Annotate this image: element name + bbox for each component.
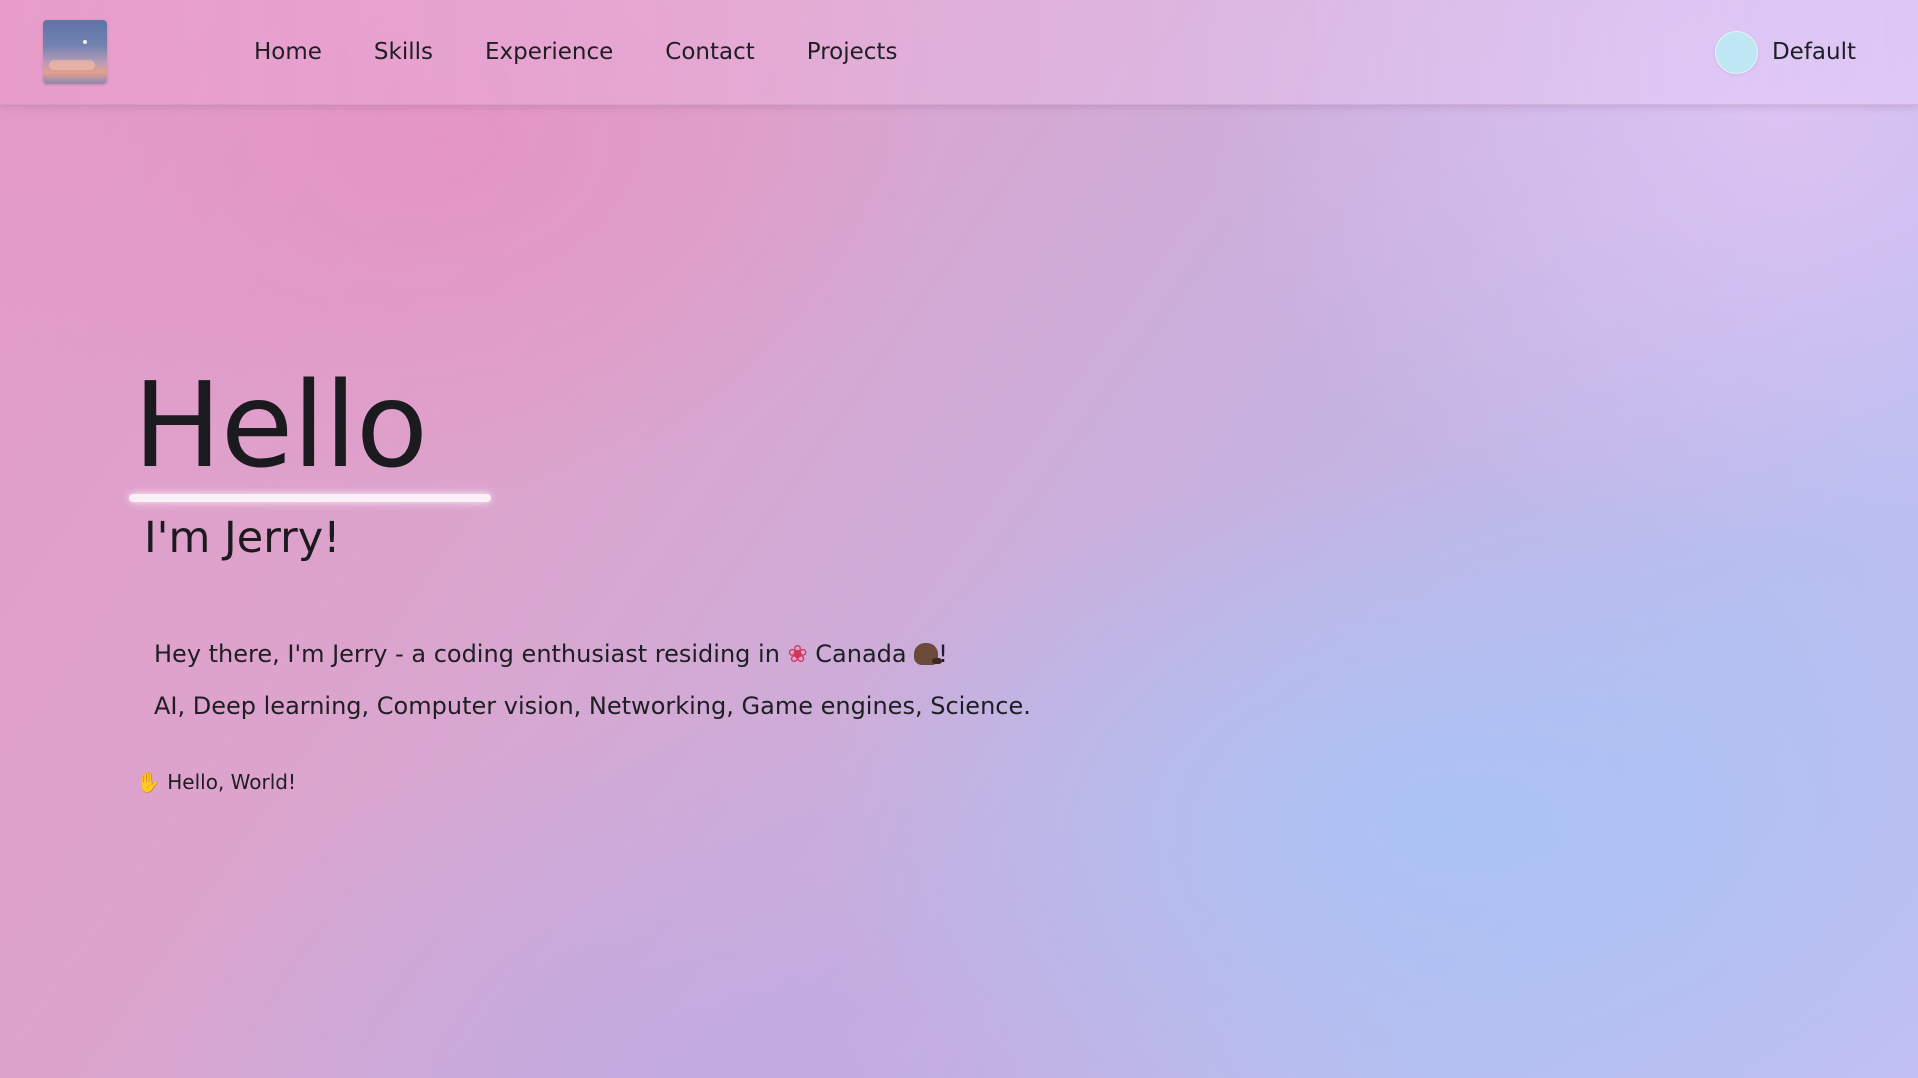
site-logo[interactable] bbox=[43, 20, 107, 84]
nav-link-home[interactable]: Home bbox=[254, 39, 322, 65]
hero-title: Hello bbox=[133, 356, 428, 494]
nav-link-contact[interactable]: Contact bbox=[665, 39, 754, 65]
nav-link-projects[interactable]: Projects bbox=[807, 39, 898, 65]
country-name: Canada bbox=[815, 640, 907, 668]
nav-link-experience[interactable]: Experience bbox=[485, 39, 613, 65]
title-underline bbox=[129, 494, 491, 502]
theme-selector[interactable]: Default bbox=[1714, 30, 1856, 74]
moon-icon bbox=[83, 40, 87, 44]
greeting-text: Hello, World! bbox=[167, 770, 297, 794]
main-nav: Home Skills Experience Contact Projects bbox=[254, 0, 897, 104]
nav-link-skills[interactable]: Skills bbox=[374, 39, 433, 65]
theme-swatch-icon[interactable] bbox=[1714, 30, 1758, 74]
cloud-icon bbox=[49, 60, 95, 70]
intro-line-interests: AI, Deep learning, Computer vision, Netw… bbox=[154, 692, 1031, 720]
navbar: Home Skills Experience Contact Projects … bbox=[0, 0, 1918, 105]
beaver-icon bbox=[914, 643, 943, 665]
intro-text: Hey there, I'm Jerry - a coding enthusia… bbox=[154, 640, 788, 668]
intro-line-location: Hey there, I'm Jerry - a coding enthusia… bbox=[154, 637, 948, 671]
hero-subtitle: I'm Jerry! bbox=[144, 513, 341, 563]
waving-hand-icon: ✋ bbox=[136, 770, 161, 794]
theme-label: Default bbox=[1771, 39, 1856, 65]
greeting: ✋ Hello, World! bbox=[136, 768, 296, 796]
maple-leaf-icon: ❀ bbox=[787, 640, 808, 668]
